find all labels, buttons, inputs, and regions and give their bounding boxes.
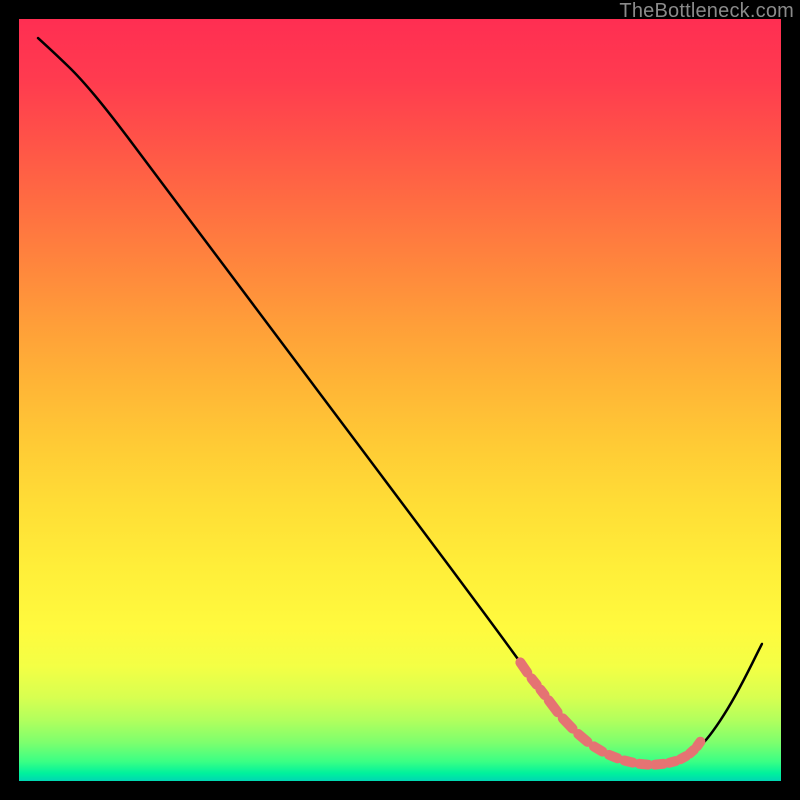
plot-area [19, 19, 781, 781]
chart-container: TheBottleneck.com [0, 0, 800, 800]
watermark-text: TheBottleneck.com [619, 0, 794, 23]
